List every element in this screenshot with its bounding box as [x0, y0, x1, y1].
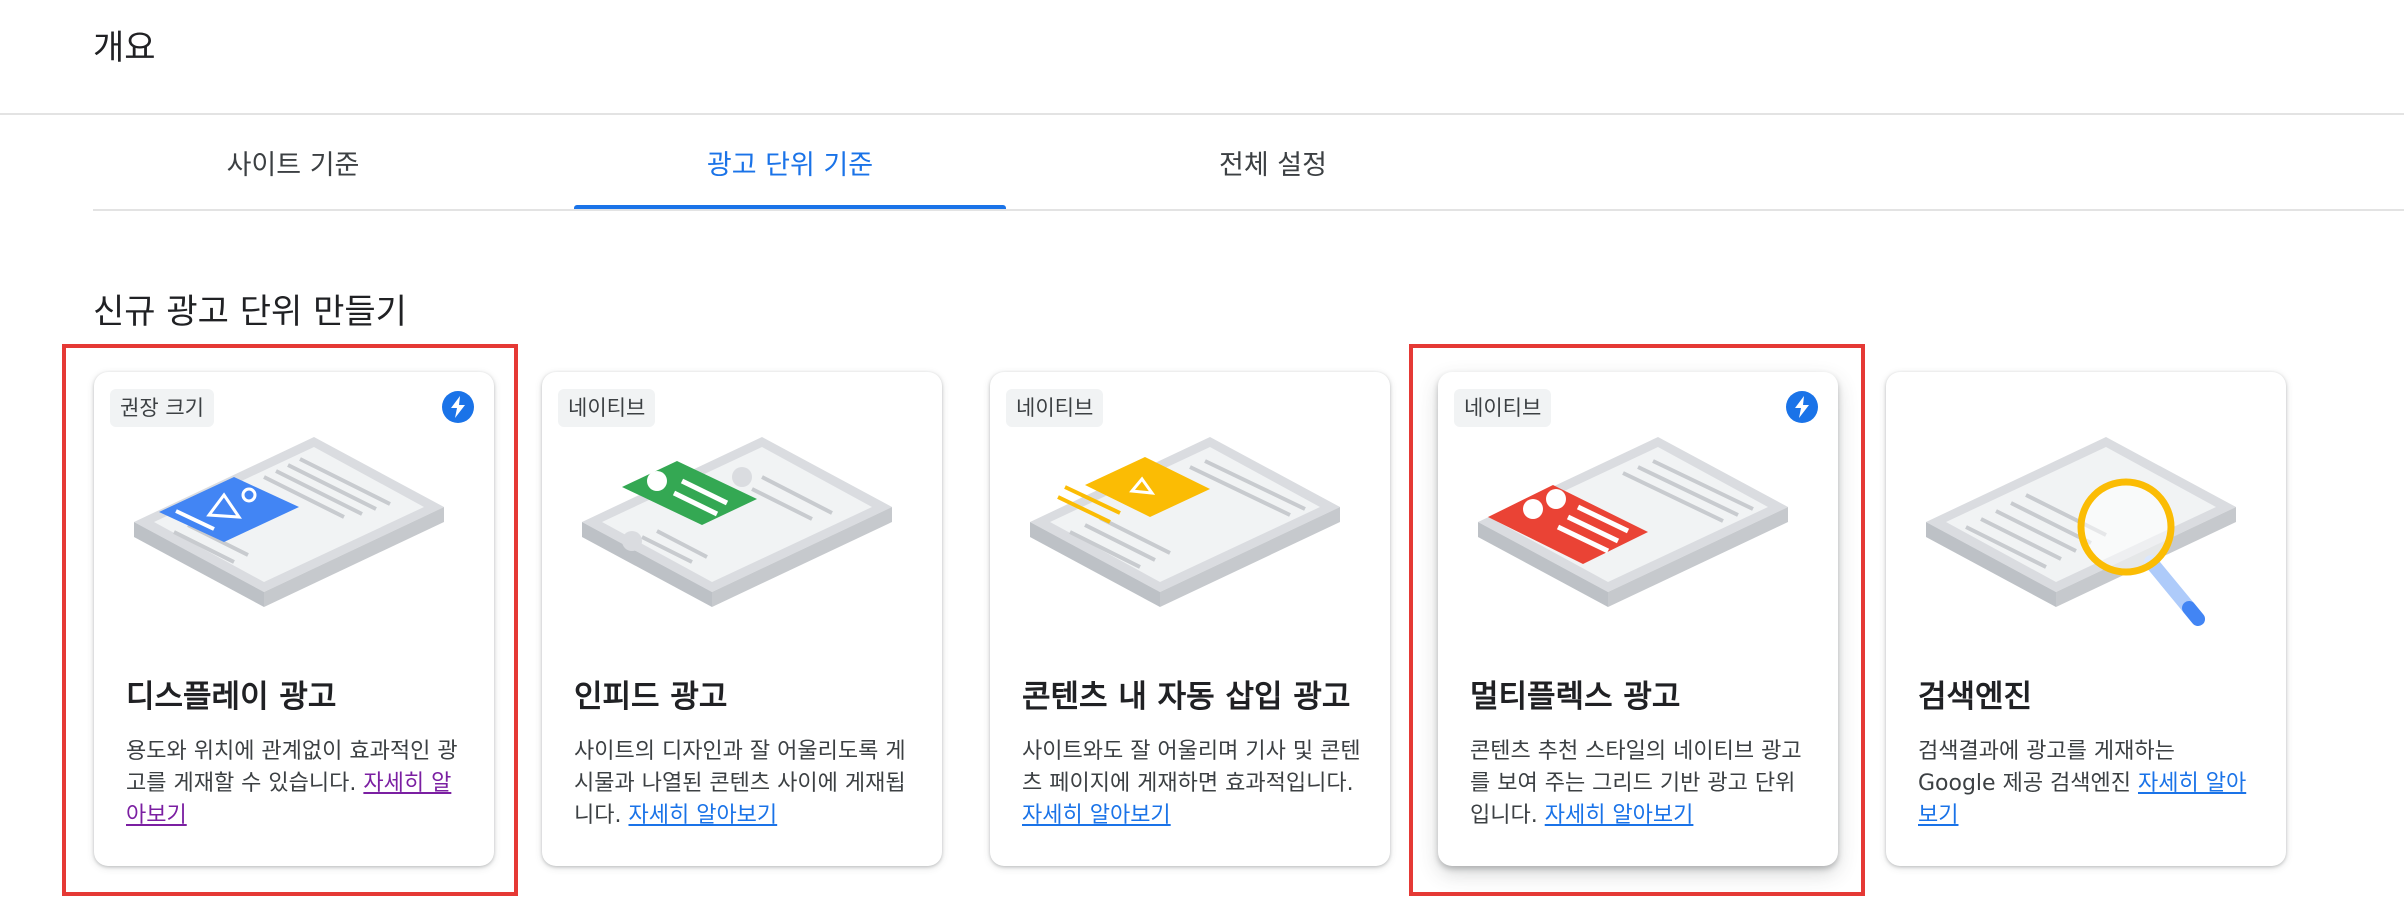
card-title: 콘텐츠 내 자동 삽입 광고 — [1022, 679, 1351, 715]
card-badge: 네이티브 — [1006, 389, 1104, 427]
card-badge: 네이티브 — [558, 389, 656, 427]
lightning-bolt-icon — [442, 391, 474, 423]
in-article-ad-illustration-icon — [1030, 437, 1340, 607]
card-infeed-ads[interactable]: 네이티브 인피드 광고 사이트의 디자인과 잘 어울리도록 게시물과 나열된 콘… — [542, 372, 942, 866]
card-multiplex-ads[interactable]: 네이티브 멀티플렉스 광고 콘텐츠 추천 스타일의 네이티브 광고를 보여 주는… — [1438, 372, 1838, 866]
card-badge: 네이티브 — [1454, 389, 1552, 427]
learn-more-link[interactable]: 자세히 알아보기 — [628, 803, 777, 828]
card-description: 사이트와도 잘 어울리며 기사 및 콘텐츠 페이지에 게재하면 효과적입니다. … — [1022, 736, 1362, 832]
card-in-article-ads[interactable]: 네이티브 콘텐츠 내 자동 삽입 광고 사이트와도 잘 어울리며 기사 및 콘텐… — [990, 372, 1390, 866]
header-divider — [0, 113, 2404, 115]
tab-by-ad-unit[interactable]: 광고 단위 기준 — [574, 116, 1006, 209]
card-description: 검색결과에 광고를 게재하는 Google 제공 검색엔진 자세히 알아보기 — [1918, 736, 2258, 832]
tab-by-site[interactable]: 사이트 기준 — [143, 116, 443, 209]
page-title: 개요 — [93, 28, 156, 68]
card-description-text: 검색결과에 광고를 게재하는 Google 제공 검색엔진 — [1918, 739, 2175, 796]
card-title: 검색엔진 — [1918, 679, 2033, 715]
learn-more-link[interactable]: 자세히 알아보기 — [1022, 803, 1171, 828]
card-title: 멀티플렉스 광고 — [1470, 679, 1681, 715]
multiplex-ad-illustration-icon — [1478, 437, 1788, 607]
card-search-engine[interactable]: 검색엔진 검색결과에 광고를 게재하는 Google 제공 검색엔진 자세히 알… — [1886, 372, 2286, 866]
lightning-bolt-icon — [1786, 391, 1818, 423]
tabs-divider — [93, 209, 2404, 211]
tab-bar: 사이트 기준 광고 단위 기준 전체 설정 — [93, 116, 2404, 211]
card-display-ads[interactable]: 권장 크기 디스플레이 광고 용도와 위치에 관계없이 효과적인 광고를 게재할… — [94, 372, 494, 866]
card-description: 사이트의 디자인과 잘 어울리도록 게시물과 나열된 콘텐츠 사이에 게재됩니다… — [574, 736, 914, 832]
card-title: 디스플레이 광고 — [126, 679, 337, 715]
learn-more-link[interactable]: 자세히 알아보기 — [1545, 803, 1694, 828]
display-ad-illustration-icon — [134, 437, 444, 607]
tab-global-settings[interactable]: 전체 설정 — [1123, 116, 1423, 209]
card-description: 콘텐츠 추천 스타일의 네이티브 광고를 보여 주는 그리드 기반 광고 단위입… — [1470, 736, 1810, 832]
section-title: 신규 광고 단위 만들기 — [93, 292, 407, 332]
card-description: 용도와 위치에 관계없이 효과적인 광고를 게재할 수 있습니다. 자세히 알아… — [126, 736, 466, 832]
card-description-text: 사이트와도 잘 어울리며 기사 및 콘텐츠 페이지에 게재하면 효과적입니다. — [1022, 739, 1361, 796]
search-engine-illustration-icon — [1926, 437, 2236, 626]
card-title: 인피드 광고 — [574, 679, 728, 715]
card-badge: 권장 크기 — [110, 389, 214, 427]
infeed-ad-illustration-icon — [582, 437, 892, 607]
